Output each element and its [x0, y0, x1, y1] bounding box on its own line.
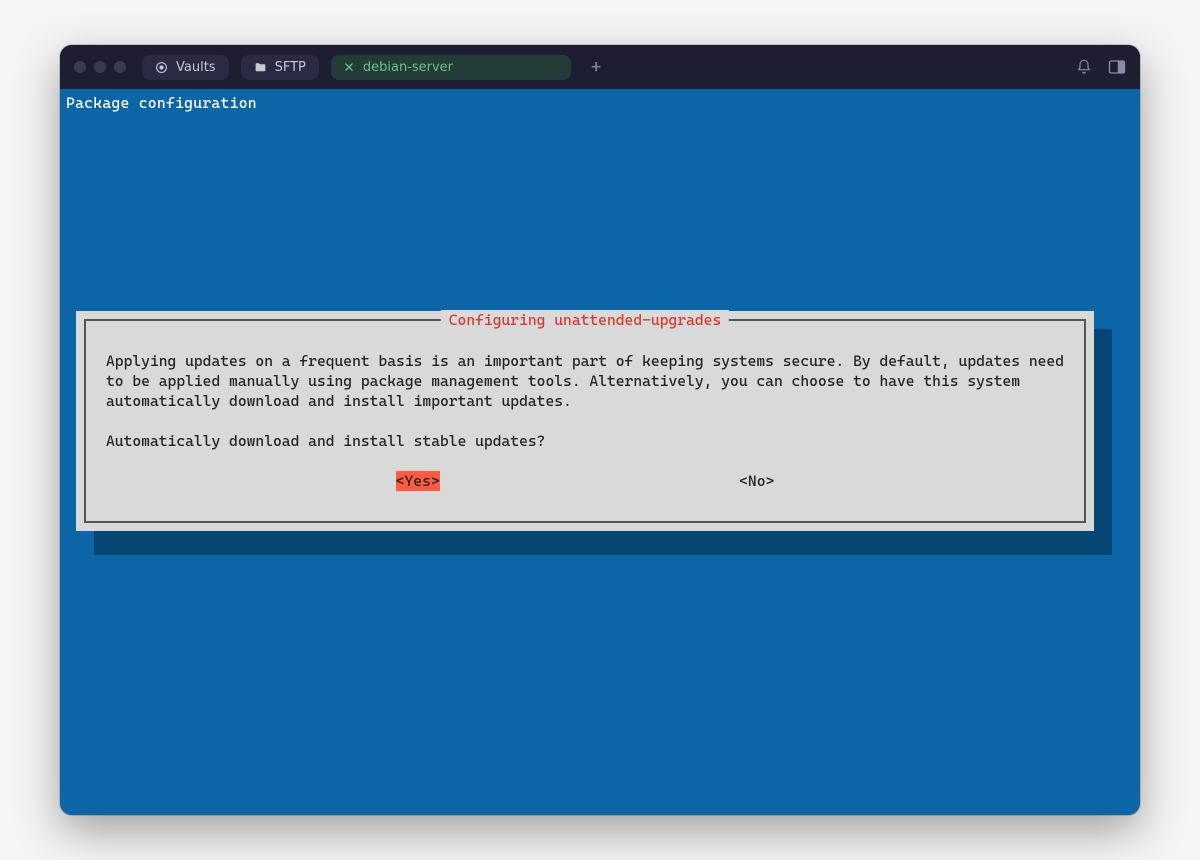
minimize-window-button[interactable] [94, 61, 106, 73]
tab-vaults[interactable]: Vaults [142, 55, 229, 80]
tab-label: SFTP [275, 60, 306, 75]
no-button[interactable]: <No> [739, 471, 774, 491]
dialog-frame: Configuring unattended-upgrades Applying… [84, 319, 1086, 523]
dialog-button-row: <Yes> <No> [106, 471, 1064, 491]
tab-label: Vaults [176, 60, 216, 75]
close-icon[interactable] [343, 61, 355, 73]
dialog-body-text: Applying updates on a frequent basis is … [106, 351, 1064, 411]
titlebar: Vaults SFTP debian-server + [60, 45, 1140, 89]
config-dialog: Configuring unattended-upgrades Applying… [76, 311, 1094, 531]
maximize-window-button[interactable] [114, 61, 126, 73]
close-window-button[interactable] [74, 61, 86, 73]
record-icon [155, 61, 168, 74]
folder-icon [254, 61, 267, 74]
tab-debian-server[interactable]: debian-server [331, 55, 571, 80]
dialog-title: Configuring unattended-upgrades [441, 310, 729, 330]
bell-icon[interactable] [1076, 59, 1092, 75]
terminal-viewport[interactable]: Package configuration Configuring unatte… [60, 89, 1140, 815]
dialog-question-text: Automatically download and install stabl… [106, 431, 1064, 451]
app-window: Vaults SFTP debian-server + Package [60, 45, 1140, 815]
traffic-lights [74, 61, 126, 73]
terminal-header-text: Package configuration [66, 93, 257, 113]
new-tab-button[interactable]: + [583, 55, 610, 80]
panel-icon[interactable] [1108, 59, 1126, 75]
tab-sftp[interactable]: SFTP [241, 55, 319, 80]
yes-button[interactable]: <Yes> [396, 471, 440, 491]
titlebar-right-icons [1076, 59, 1126, 75]
tab-label: debian-server [363, 60, 453, 75]
